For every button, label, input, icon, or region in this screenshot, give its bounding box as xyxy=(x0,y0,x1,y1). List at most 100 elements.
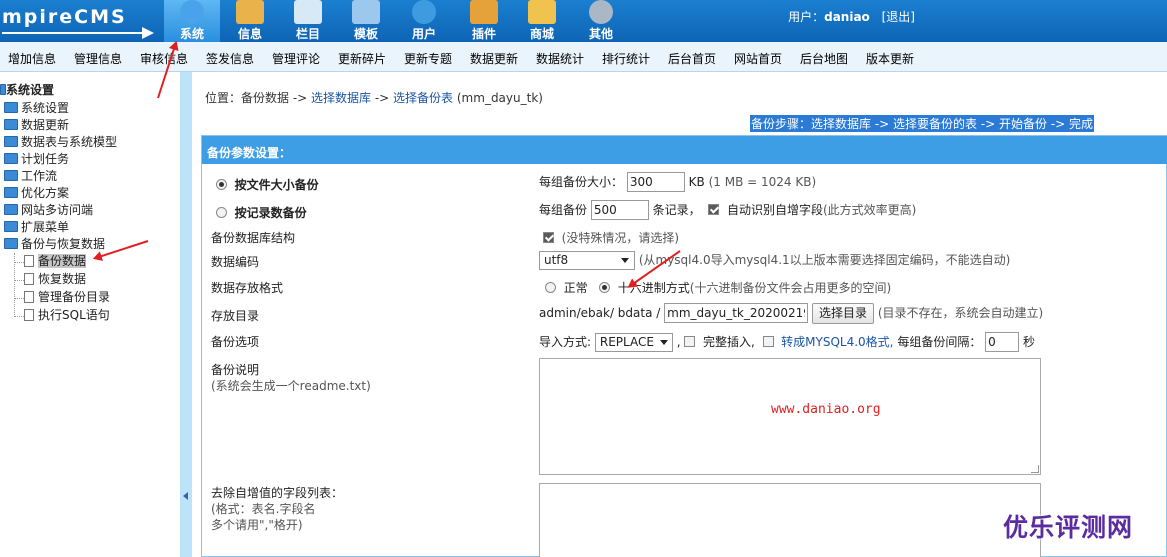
format-hex-radio[interactable] xyxy=(599,282,611,293)
submenu-item[interactable]: 后台首页 xyxy=(668,50,716,67)
collapse-arrow-icon[interactable] xyxy=(183,492,188,500)
folder-icon xyxy=(4,102,18,113)
backup-by-records-option[interactable]: 按记录数备份 xyxy=(216,204,307,221)
db-structure-checkbox[interactable] xyxy=(543,232,554,243)
submenu-item[interactable]: 审核信息 xyxy=(140,50,188,67)
encoding-label: 数据编码 xyxy=(211,255,260,269)
tree-folder[interactable]: 系统设置 xyxy=(4,100,69,117)
group-size-input[interactable] xyxy=(626,172,685,192)
dir-label: 存放目录 xyxy=(211,309,260,323)
submenu-item[interactable]: 排行统计 xyxy=(602,50,650,67)
radio-checked-icon[interactable] xyxy=(216,179,227,190)
dir-input[interactable] xyxy=(664,303,809,323)
tree-leaf[interactable]: 备份数据 xyxy=(24,253,87,270)
auto-inc-checkbox[interactable] xyxy=(708,204,720,215)
breadcrumb-select-table[interactable]: 选择备份表 xyxy=(393,91,453,105)
submenu-item[interactable]: 更新碎片 xyxy=(338,50,386,67)
interval-input[interactable] xyxy=(985,332,1020,352)
submenu-item[interactable]: 更新专题 xyxy=(404,50,452,67)
tree-folder[interactable]: 数据更新 xyxy=(4,117,69,134)
breadcrumb: 位置：备份数据 -> 选择数据库 -> 选择备份表 (mm_dayu_tk) xyxy=(205,91,543,105)
desc-label: 备份说明 xyxy=(211,363,260,377)
main-content: 位置：备份数据 -> 选择数据库 -> 选择备份表 (mm_dayu_tk) 备… xyxy=(192,72,1167,557)
resize-handle-icon[interactable] xyxy=(1031,465,1039,473)
tree-folder[interactable]: 扩展菜单 xyxy=(4,219,69,236)
backup-steps: 备份步骤：选择数据库 -> 选择要备份的表 -> 开始备份 -> 完成 xyxy=(750,115,1095,132)
window-icon xyxy=(294,0,322,24)
submenu-item[interactable]: 签发信息 xyxy=(206,50,254,67)
tree-folder[interactable]: 优化方案 xyxy=(4,185,69,202)
backup-by-size-option[interactable]: 按文件大小备份 xyxy=(216,176,319,193)
folder-icon xyxy=(4,204,18,215)
panel-title: 备份参数设置： xyxy=(202,136,1167,164)
user-icon xyxy=(412,0,436,24)
desc-note: (系统会生成一个readme.txt) xyxy=(211,379,371,393)
submenu-item[interactable]: 版本更新 xyxy=(866,50,914,67)
options-row: 导入方式: REPLACE , 完整插入, 转成MYSQL4.0格式, 每组备份… xyxy=(539,332,1035,352)
encoding-select[interactable]: utf8 xyxy=(539,251,635,270)
import-mode-select[interactable]: REPLACE xyxy=(594,333,673,352)
db-structure-label: 备份数据库结构 xyxy=(211,231,296,245)
logout-link[interactable]: [退出] xyxy=(882,10,915,24)
breadcrumb-select-db[interactable]: 选择数据库 xyxy=(311,91,371,105)
nav-label: 栏目 xyxy=(295,27,320,41)
nav-label: 插件 xyxy=(471,27,496,41)
tree-folder[interactable]: 备份与恢复数据 xyxy=(4,236,105,253)
notepad-icon xyxy=(236,0,264,24)
submenu-item[interactable]: 网站首页 xyxy=(734,50,782,67)
tree-folder[interactable]: 计划任务 xyxy=(4,151,69,168)
tree-leaf[interactable]: 管理备份目录 xyxy=(24,289,110,306)
template-icon xyxy=(352,0,380,24)
submenu-item[interactable]: 管理评论 xyxy=(272,50,320,67)
desc-textarea[interactable]: www.daniao.org xyxy=(539,358,1041,475)
nav-item-7[interactable]: 其他 xyxy=(573,0,629,42)
mysql40-checkbox[interactable] xyxy=(762,336,774,347)
nav-item-2[interactable]: 栏目 xyxy=(280,0,336,42)
complete-insert-checkbox[interactable] xyxy=(684,336,696,347)
remove-inc-note1: (格式：表名.字段名 xyxy=(211,502,316,516)
nav-item-6[interactable]: 商城 xyxy=(514,0,570,42)
gear-icon xyxy=(589,0,613,24)
nav-item-1[interactable]: 信息 xyxy=(222,0,278,42)
submenu-item[interactable]: 后台地图 xyxy=(800,50,848,67)
chevron-down-icon xyxy=(659,340,668,345)
nav-item-4[interactable]: 用户 xyxy=(396,0,452,42)
nav-label: 其他 xyxy=(588,27,613,41)
folder-icon xyxy=(4,187,18,198)
tree-folder[interactable]: 网站多访问端 xyxy=(4,202,93,219)
nav-label: 模板 xyxy=(353,27,378,41)
user-info: 用户：daniao [退出] xyxy=(788,10,915,24)
nav-item-5[interactable]: 插件 xyxy=(456,0,512,42)
radio-unchecked-icon[interactable] xyxy=(216,207,227,218)
nav-label: 信息 xyxy=(237,27,262,41)
tree-leaf[interactable]: 执行SQL语句 xyxy=(24,307,110,324)
desc-text: www.daniao.org xyxy=(771,402,881,417)
page-icon xyxy=(24,255,34,267)
format-normal-radio[interactable] xyxy=(545,282,556,293)
nav-label: 商城 xyxy=(529,27,554,41)
tree-folder[interactable]: 数据表与系统模型 xyxy=(4,134,117,151)
submenu-item[interactable]: 数据统计 xyxy=(536,50,584,67)
folder-icon xyxy=(4,119,18,130)
username: daniao xyxy=(824,10,870,24)
select-dir-button[interactable]: 选择目录 xyxy=(811,303,874,324)
nav-item-3[interactable]: 模板 xyxy=(338,0,394,42)
sidebar-splitter[interactable] xyxy=(180,72,192,557)
remove-inc-note2: 多个请用","格开) xyxy=(211,518,303,532)
submenu-item[interactable]: 数据更新 xyxy=(470,50,518,67)
submenu-item[interactable]: 增加信息 xyxy=(8,50,56,67)
group-records-row: 每组备份 条记录， 自动识别自增字段(此方式效率更高) xyxy=(539,200,916,220)
remove-inc-label: 去除自增值的字段列表： xyxy=(211,486,344,500)
nav-item-0[interactable]: 系统 xyxy=(164,0,220,42)
tree-folder[interactable]: 工作流 xyxy=(4,168,57,185)
remove-inc-textarea[interactable] xyxy=(539,483,1041,557)
logo: mpireCMS xyxy=(0,0,165,42)
submenu-item[interactable]: 管理信息 xyxy=(74,50,122,67)
top-bar: mpireCMS 系统信息 栏目 模板 用户 插件 商城 其他 用户：daniao [退出] xyxy=(0,0,1167,42)
page-icon xyxy=(24,309,34,321)
tree-root[interactable]: 系统设置 xyxy=(0,82,54,99)
format-label: 数据存放格式 xyxy=(211,281,284,295)
tree-leaf[interactable]: 恢复数据 xyxy=(24,271,86,288)
backup-settings-panel: 备份参数设置： 按文件大小备份 每组备份大小： KB (1 MB = 1024 … xyxy=(201,135,1167,557)
group-records-input[interactable] xyxy=(590,200,649,220)
